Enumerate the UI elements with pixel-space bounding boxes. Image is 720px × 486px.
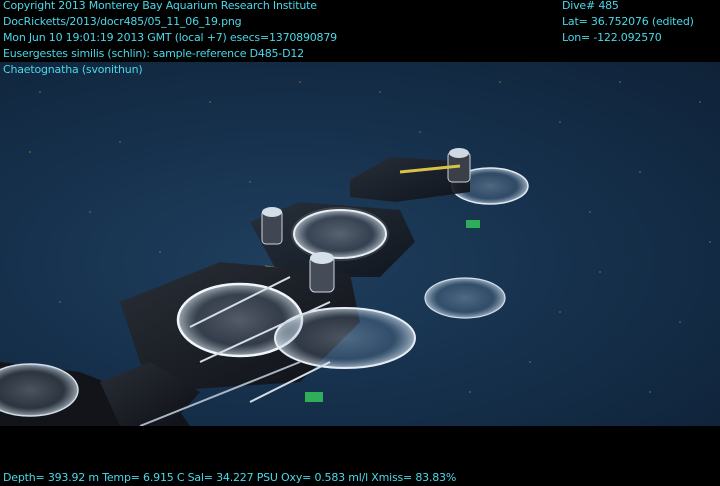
copyright-text: Copyright 2013 Monterey Bay Aquarium Res… xyxy=(3,0,317,12)
video-frame: Copyright 2013 Monterey Bay Aquarium Res… xyxy=(0,0,720,486)
underwater-photo xyxy=(0,62,720,426)
sensor-readout-text: Depth= 393.92 m Temp= 6.915 C Sal= 34.22… xyxy=(3,471,457,484)
dive-number-text: Dive# 485 xyxy=(562,0,619,12)
annotation-text-2: Chaetognatha (svonithun) xyxy=(3,63,143,76)
annotation-text-1: Eusergestes similis (schlin): sample-ref… xyxy=(3,47,304,60)
file-path-text: DocRicketts/2013/docr485/05_11_06_19.png xyxy=(3,15,242,28)
latitude-text: Lat= 36.752076 (edited) xyxy=(562,15,694,28)
longitude-text: Lon= -122.092570 xyxy=(562,31,662,44)
timestamp-text: Mon Jun 10 19:01:19 2013 GMT (local +7) … xyxy=(3,31,337,44)
sampler-apparatus-illustration xyxy=(0,81,711,426)
